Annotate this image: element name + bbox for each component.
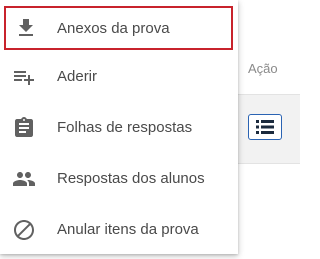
- menu-item-label: Anular itens da prova: [57, 221, 199, 238]
- menu-item-anular-itens-da-prova[interactable]: Anular itens da prova: [0, 204, 238, 255]
- people-icon: [12, 167, 36, 191]
- download-icon: [14, 16, 38, 40]
- playlist-add-icon: [12, 65, 36, 89]
- menu-item-folhas-de-respostas[interactable]: Folhas de respostas: [0, 102, 238, 153]
- clipboard-icon: [12, 116, 36, 140]
- menu-item-respostas-dos-alunos[interactable]: Respostas dos alunos: [0, 153, 238, 204]
- row-action-button[interactable]: [248, 114, 282, 140]
- menu-item-label: Respostas dos alunos: [57, 170, 205, 187]
- menu-item-anexos-da-prova[interactable]: Anexos da prova: [4, 6, 233, 50]
- actions-dropdown-menu: Anexos da prova Aderir Folhas de respost…: [0, 0, 238, 254]
- block-icon: [12, 218, 36, 242]
- menu-item-label: Anexos da prova: [57, 19, 170, 37]
- menu-item-label: Aderir: [57, 68, 98, 85]
- menu-item-label: Folhas de respostas: [57, 119, 193, 136]
- menu-item-aderir[interactable]: Aderir: [0, 51, 238, 102]
- list-icon: [256, 120, 274, 134]
- action-column-header: Ação: [248, 61, 278, 76]
